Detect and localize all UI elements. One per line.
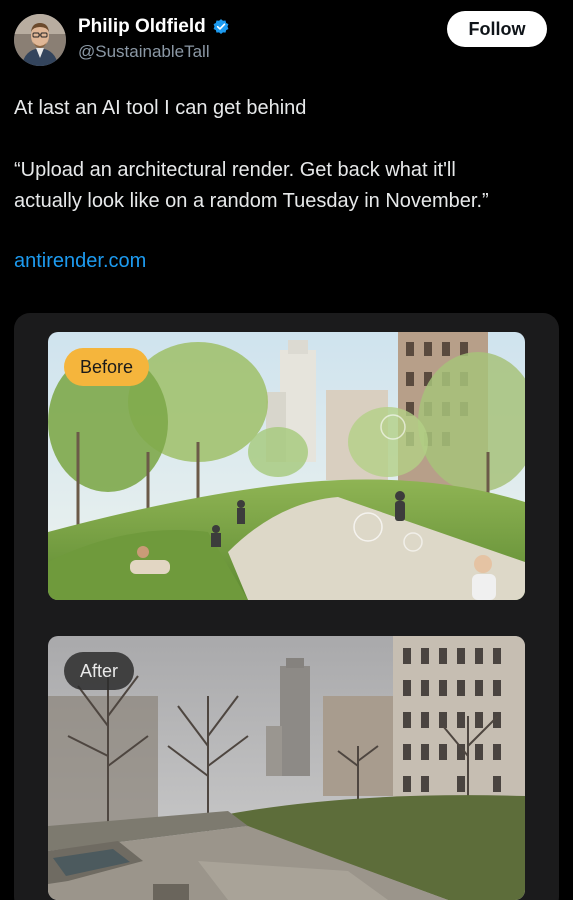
tweet-text-line-3: actually look like on a random Tuesday i… xyxy=(14,190,489,212)
tweet-text-line-2: “Upload an architectural render. Get bac… xyxy=(14,159,456,181)
tweet-view: Philip Oldfield @SustainableTall Follow … xyxy=(0,0,573,900)
author-name[interactable]: Philip Oldfield xyxy=(78,16,206,38)
tweet-link[interactable]: antirender.com xyxy=(14,250,146,273)
before-badge: Before xyxy=(64,348,150,386)
after-badge: After xyxy=(64,652,135,690)
author-name-row: Philip Oldfield xyxy=(78,16,230,38)
author-handle[interactable]: @SustainableTall xyxy=(78,42,210,62)
follow-button[interactable]: Follow xyxy=(447,11,547,47)
verified-badge-icon xyxy=(213,19,229,34)
avatar-photo-icon xyxy=(14,14,66,66)
tweet-text-line-1: At last an AI tool I can get behind xyxy=(14,97,307,119)
author-avatar[interactable] xyxy=(14,14,66,66)
